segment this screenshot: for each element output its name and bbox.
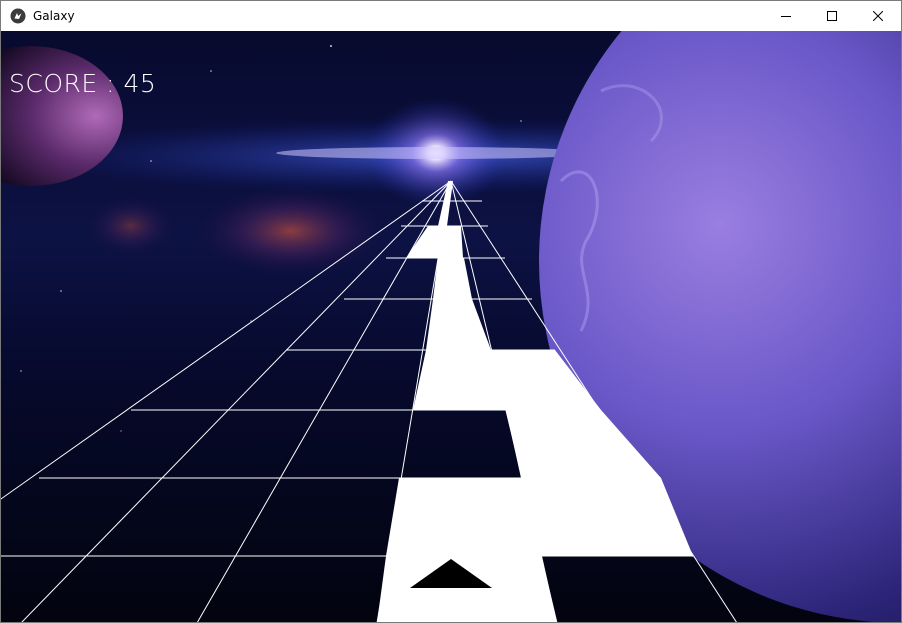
close-button[interactable] [855, 1, 901, 31]
maximize-button[interactable] [809, 1, 855, 31]
app-window: Galaxy SCORE: 45 [0, 0, 902, 623]
game-canvas[interactable]: SCORE : 45 [1, 31, 901, 622]
maximize-icon [827, 11, 837, 21]
title-bar[interactable]: Galaxy [1, 1, 901, 31]
close-icon [873, 11, 883, 21]
score-label: SCORE : 45 [9, 69, 157, 98]
kivy-logo-icon [10, 8, 26, 24]
window-title: Galaxy [33, 9, 75, 23]
track-tile [377, 556, 557, 622]
minimize-icon [781, 16, 791, 17]
window-controls [763, 1, 901, 31]
track-tile [386, 478, 693, 556]
minimize-button[interactable] [763, 1, 809, 31]
